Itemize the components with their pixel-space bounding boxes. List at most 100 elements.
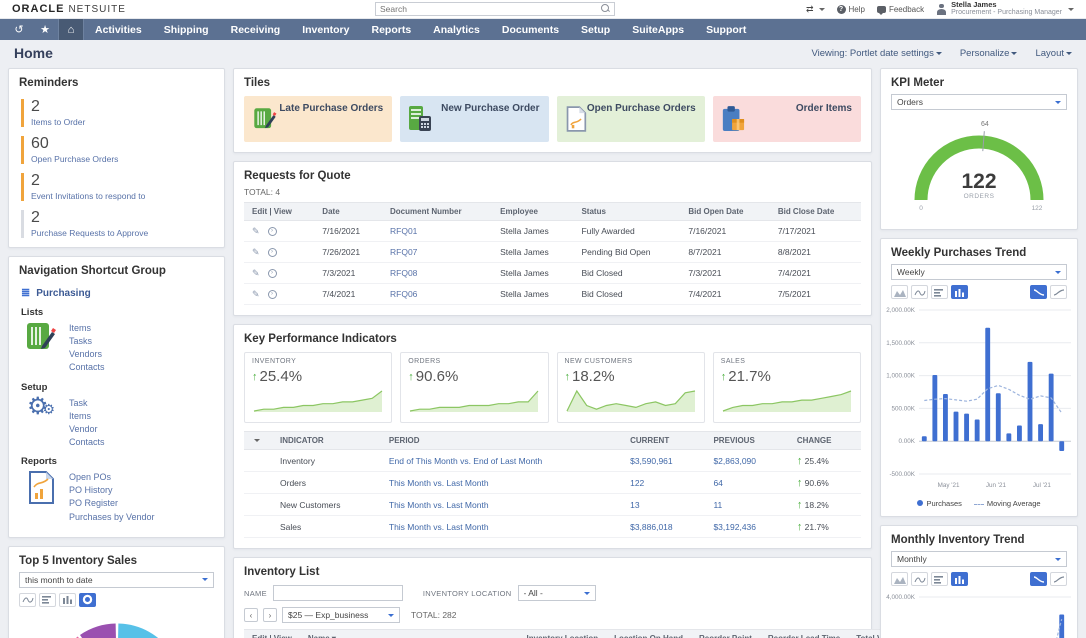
- reminder-item[interactable]: 2Purchase Requests to Approve: [21, 210, 212, 238]
- hbar-chart-icon[interactable]: [931, 285, 948, 299]
- hbar-chart-icon[interactable]: [39, 593, 56, 607]
- personalize-menu[interactable]: Personalize: [960, 48, 1018, 59]
- recent-records-icon[interactable]: ↺: [6, 19, 32, 40]
- shortcut-link[interactable]: PO Register: [69, 497, 155, 509]
- name-filter-input[interactable]: [273, 585, 403, 601]
- nav-item-reports[interactable]: Reports: [360, 19, 422, 40]
- view-icon[interactable]: ›: [268, 290, 277, 299]
- kpi-card-inventory[interactable]: INVENTORY↑25.4%: [244, 352, 392, 423]
- kpi-card-orders[interactable]: ORDERS↑90.6%: [400, 352, 548, 423]
- tile-order-items[interactable]: Order Items: [713, 96, 861, 142]
- weekly-range-select[interactable]: Weekly: [891, 264, 1067, 280]
- monthly-range-select[interactable]: Monthly: [891, 551, 1067, 567]
- help-link[interactable]: ?Help: [837, 5, 865, 14]
- vbar-chart-icon[interactable]: [951, 285, 968, 299]
- rfq-cell[interactable]: RFQ07: [382, 242, 492, 263]
- kpi-card-new-customers[interactable]: NEW CUSTOMERS↑18.2%: [557, 352, 705, 423]
- nav-item-setup[interactable]: Setup: [570, 19, 621, 40]
- top5-range-select[interactable]: this month to date: [19, 572, 214, 588]
- chevron-down-icon[interactable]: [254, 439, 260, 442]
- nav-item-suiteapps[interactable]: SuiteApps: [621, 19, 695, 40]
- tile-open-purchase-orders[interactable]: Open Purchase Orders: [557, 96, 705, 142]
- shortcut-link[interactable]: Vendor: [69, 423, 105, 435]
- shortcut-link[interactable]: Tasks: [69, 335, 105, 347]
- line-chart-icon[interactable]: [911, 285, 928, 299]
- home-icon[interactable]: ⌂: [58, 19, 84, 40]
- reminder-item[interactable]: 60Open Purchase Orders: [21, 136, 212, 164]
- kpi-previous[interactable]: $2,863,090: [705, 450, 788, 472]
- shortcut-link[interactable]: Items: [69, 410, 105, 422]
- line-chart-icon[interactable]: [911, 572, 928, 586]
- view-icon[interactable]: ›: [268, 227, 277, 236]
- kpi-previous[interactable]: 11: [705, 494, 788, 516]
- kpi-period[interactable]: This Month vs. Last Month: [381, 472, 622, 494]
- shortcut-link[interactable]: Open POs: [69, 471, 155, 483]
- shortcuts-star-icon[interactable]: ★: [32, 19, 58, 40]
- layout-menu[interactable]: Layout: [1035, 48, 1072, 59]
- nav-item-activities[interactable]: Activities: [84, 19, 153, 40]
- shortcut-link[interactable]: Items: [69, 322, 105, 334]
- edit-pencil-icon[interactable]: ✎: [252, 226, 260, 237]
- donut-chart-icon[interactable]: [79, 593, 96, 607]
- edit-pencil-icon[interactable]: ✎: [252, 268, 260, 279]
- search-input[interactable]: [376, 4, 601, 14]
- trendline-off-icon[interactable]: [1050, 572, 1067, 586]
- vbar-chart-icon[interactable]: [951, 572, 968, 586]
- kpi-current[interactable]: $3,886,018: [622, 516, 705, 538]
- reminder-item[interactable]: 2Event Invitations to respond to: [21, 173, 212, 201]
- nav-item-documents[interactable]: Documents: [491, 19, 570, 40]
- feedback-link[interactable]: Feedback: [877, 5, 924, 14]
- hbar-chart-icon[interactable]: [931, 572, 948, 586]
- edit-pencil-icon[interactable]: ✎: [252, 247, 260, 258]
- nav-item-inventory[interactable]: Inventory: [291, 19, 360, 40]
- top5-donut-chart[interactable]: [42, 614, 192, 638]
- kpi-current[interactable]: $3,590,961: [622, 450, 705, 472]
- shortcut-link[interactable]: Vendors: [69, 348, 105, 360]
- global-search[interactable]: [375, 2, 615, 16]
- kpi-card-sales[interactable]: SALES↑21.7%: [713, 352, 861, 423]
- kpi-period[interactable]: This Month vs. Last Month: [381, 494, 622, 516]
- kpi-current[interactable]: 13: [622, 494, 705, 516]
- kpi-previous[interactable]: 64: [705, 472, 788, 494]
- shortcut-link[interactable]: PO History: [69, 484, 155, 496]
- trendline-on-icon[interactable]: [1030, 285, 1047, 299]
- nav-item-analytics[interactable]: Analytics: [422, 19, 491, 40]
- tile-new-purchase-order[interactable]: New Purchase Order: [400, 96, 548, 142]
- shortcut-link[interactable]: Purchases by Vendor: [69, 511, 155, 523]
- view-icon[interactable]: ›: [268, 269, 277, 278]
- page-range-select[interactable]: $25 — Exp_business: [282, 607, 400, 623]
- kpi-period[interactable]: End of This Month vs. End of Last Month: [381, 450, 622, 472]
- shortcut-link[interactable]: Contacts: [69, 436, 105, 448]
- viewing-portlet-date-settings[interactable]: Viewing: Portlet date settings: [811, 48, 941, 59]
- shortcut-link[interactable]: Contacts: [69, 361, 105, 373]
- kpi-period[interactable]: This Month vs. Last Month: [381, 516, 622, 538]
- edit-pencil-icon[interactable]: ✎: [252, 289, 260, 300]
- roles-switch[interactable]: ⇄: [806, 4, 825, 15]
- kpi-current[interactable]: 122: [622, 472, 705, 494]
- user-menu[interactable]: Stella James Procurement - Purchasing Ma…: [936, 1, 1074, 17]
- kpi-sparkline: [408, 386, 540, 419]
- nav-item-receiving[interactable]: Receiving: [220, 19, 292, 40]
- vbar-chart-icon[interactable]: [59, 593, 76, 607]
- reminder-item[interactable]: 2Items to Order: [21, 99, 212, 127]
- rfq-cell[interactable]: RFQ06: [382, 284, 492, 305]
- kpi-previous[interactable]: $3,192,436: [705, 516, 788, 538]
- area-chart-icon[interactable]: [891, 572, 908, 586]
- trendline-on-icon[interactable]: [1030, 572, 1047, 586]
- nav-item-shipping[interactable]: Shipping: [153, 19, 220, 40]
- shortcut-link[interactable]: Task: [69, 397, 105, 409]
- kpi-meter-select[interactable]: Orders: [891, 94, 1067, 110]
- prev-page-button[interactable]: ‹: [244, 608, 258, 622]
- line-chart-icon[interactable]: [19, 593, 36, 607]
- shortcut-root-purchasing[interactable]: ≣ Purchasing: [21, 288, 212, 299]
- view-icon[interactable]: ›: [268, 248, 277, 257]
- next-page-button[interactable]: ›: [263, 608, 277, 622]
- trendline-off-icon[interactable]: [1050, 285, 1067, 299]
- nav-item-support[interactable]: Support: [695, 19, 757, 40]
- search-icon[interactable]: [601, 4, 611, 14]
- rfq-cell[interactable]: RFQ01: [382, 221, 492, 242]
- tile-late-purchase-orders[interactable]: Late Purchase Orders: [244, 96, 392, 142]
- location-filter-select[interactable]: - All -: [518, 585, 596, 601]
- rfq-cell[interactable]: RFQ08: [382, 263, 492, 284]
- area-chart-icon[interactable]: [891, 285, 908, 299]
